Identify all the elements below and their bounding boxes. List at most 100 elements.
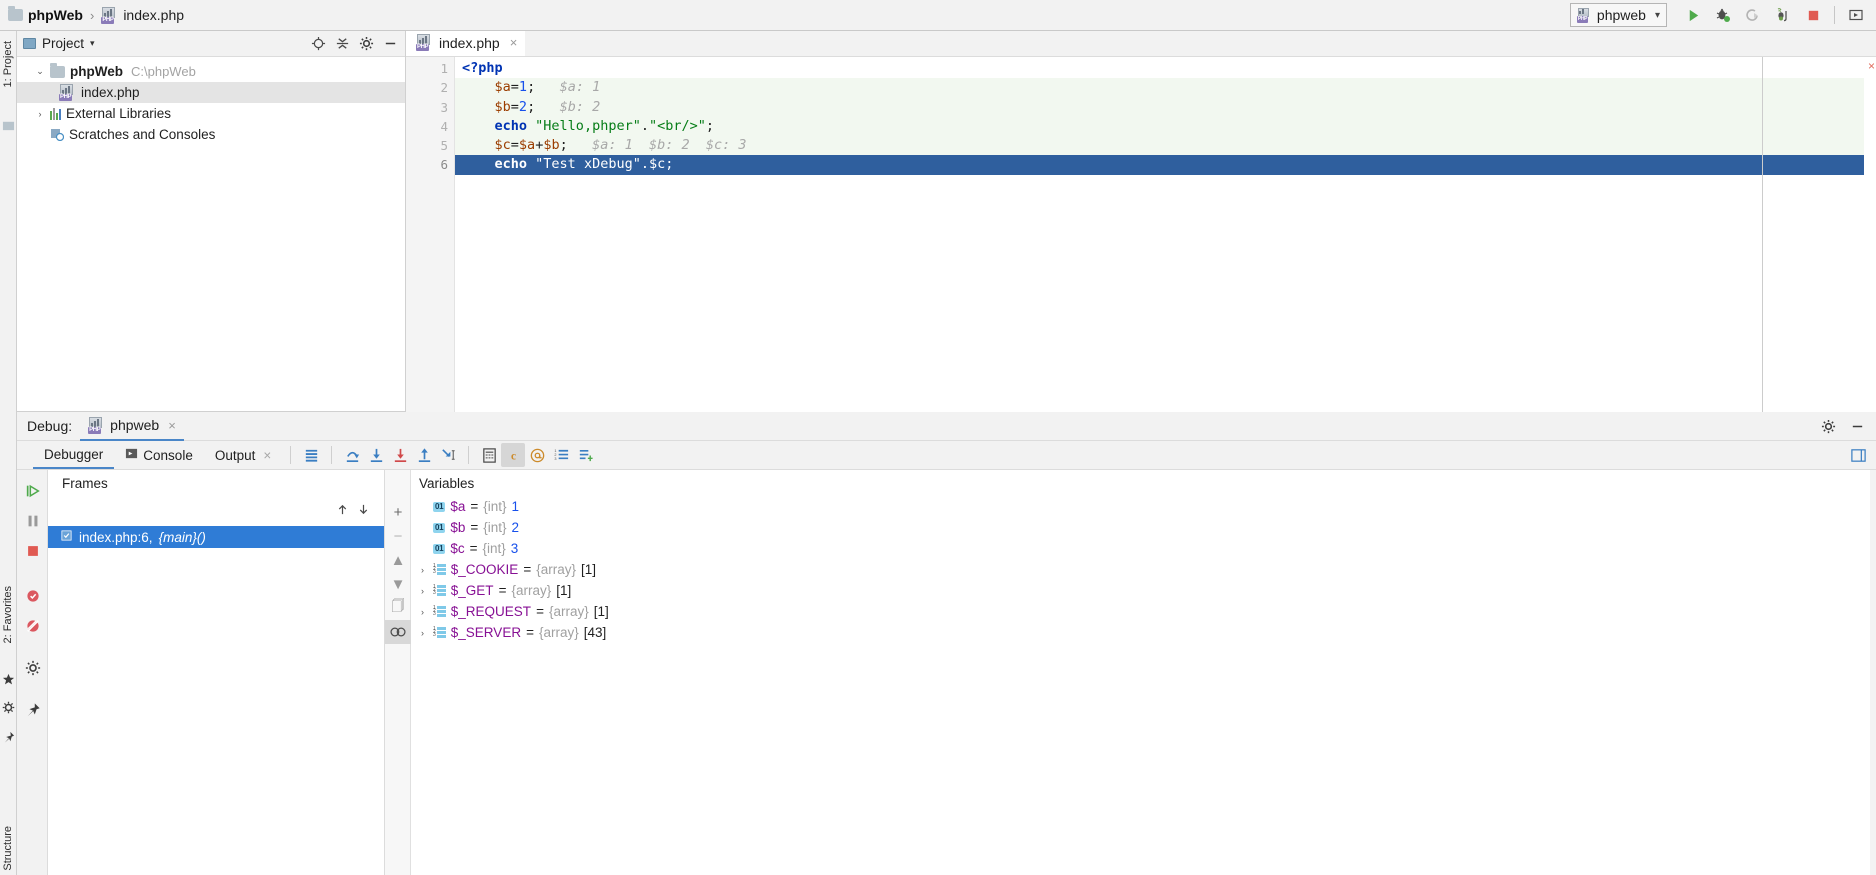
favorites-star-icon[interactable] (2, 673, 15, 686)
project-icon[interactable] (2, 119, 15, 132)
breadcrumb: phpWeb › PHP index.php (0, 6, 184, 24)
debug-button[interactable] (1709, 2, 1737, 28)
evaluate-expression-button[interactable] (477, 443, 501, 467)
tree-node-external-libraries[interactable]: › External Libraries (17, 103, 405, 124)
breadcrumb-project[interactable]: phpWeb (28, 7, 83, 23)
pin-icon[interactable] (2, 731, 15, 744)
tree-node-index-php[interactable]: PHP index.php (17, 82, 405, 103)
breadcrumb-file[interactable]: index.php (123, 7, 184, 23)
code-token: <?php (462, 60, 503, 76)
stop-session-button[interactable] (17, 536, 48, 566)
tab-console[interactable]: Console (114, 441, 204, 469)
variable-type: {int} (483, 520, 507, 535)
layout-restore-button[interactable] (1846, 443, 1870, 467)
code-token: $c (494, 137, 511, 154)
code-token: ; (665, 156, 674, 173)
chevron-right-icon[interactable]: › (35, 109, 45, 119)
error-stripe[interactable]: × (1864, 57, 1876, 412)
variable-row[interactable]: › 123 $_GET = {array} [1] (411, 580, 1876, 601)
add-watch-button[interactable]: + (385, 500, 411, 524)
php-file-icon: PHP (416, 34, 433, 51)
mute-breakpoints-toggle[interactable] (17, 611, 48, 641)
settings-gear-icon[interactable] (358, 35, 375, 52)
pin-icon[interactable] (17, 695, 48, 725)
step-out-button[interactable] (412, 443, 436, 467)
close-icon[interactable]: × (168, 418, 176, 433)
variable-row[interactable]: 01 $a = {int} 1 (411, 496, 1876, 517)
project-panel-title[interactable]: Project (42, 36, 84, 51)
expand-arrow[interactable]: › (417, 565, 428, 575)
variable-row[interactable]: › 123 $_REQUEST = {array} [1] (411, 601, 1876, 622)
watch-toggle-button[interactable] (385, 620, 411, 644)
run-configuration-selector[interactable]: PHP phpweb ▾ (1569, 3, 1667, 27)
tab-debugger[interactable]: Debugger (33, 441, 115, 469)
force-step-into-button[interactable] (388, 443, 412, 467)
editor-gutter[interactable]: 1 2 3 4 5 6 (406, 57, 468, 412)
variable-row[interactable]: 01 $c = {int} 3 (411, 538, 1876, 559)
code-line: echo "Hello,phper"."<br/>"; (455, 116, 1876, 137)
variable-row[interactable]: › 123 $_COOKIE = {array} [1] (411, 559, 1876, 580)
variable-type: {array} (538, 625, 579, 640)
editor-tab-index-php[interactable]: PHP index.php × (406, 31, 526, 56)
chevron-down-icon[interactable]: ▾ (90, 38, 95, 49)
code-content[interactable]: <?php $a=1; $a: 1 $b=2; $b: 2 echo "Hell… (455, 57, 1876, 412)
frames-scrollbar[interactable] (1870, 470, 1876, 875)
arrow-up-icon[interactable] (336, 503, 349, 519)
rail-project-label[interactable]: 1: Project (2, 41, 14, 87)
layout-settings-button[interactable] (573, 443, 597, 467)
tree-node-phpweb[interactable]: ⌄ phpWeb C:\phpWeb (17, 61, 405, 82)
close-icon[interactable]: × (510, 35, 518, 50)
resume-program-button[interactable] (17, 476, 48, 506)
run-button[interactable] (1679, 2, 1707, 28)
expand-arrow[interactable]: › (417, 628, 428, 638)
line-number: 3 (440, 99, 448, 115)
editor-tabstrip: PHP index.php × (406, 31, 1876, 57)
chevron-down-icon[interactable]: ⌄ (35, 66, 45, 77)
tree-node-scratches[interactable]: Scratches and Consoles (17, 124, 405, 145)
svg-text:c: c (511, 450, 516, 462)
stop-button[interactable] (1799, 2, 1827, 28)
php-file-icon: PHP (101, 6, 118, 24)
close-icon[interactable]: × (263, 448, 271, 463)
show-execution-point-button[interactable] (299, 443, 323, 467)
frame-row-selected[interactable]: index.php:6, {main}() (48, 526, 384, 548)
arrow-down-icon[interactable] (357, 503, 370, 519)
scratches-icon (50, 128, 65, 142)
debug-session-tab[interactable]: PHP phpweb × (80, 412, 184, 441)
move-up-button[interactable]: ▲ (385, 548, 411, 572)
mute-breakpoints-button[interactable]: c (501, 443, 526, 467)
step-into-button[interactable] (364, 443, 388, 467)
rail-favorites-label[interactable]: 2: Favorites (2, 586, 14, 643)
code-token: $b (494, 98, 511, 115)
view-breakpoints-button[interactable] (17, 581, 48, 611)
terminal-button[interactable] (1842, 2, 1870, 28)
attach-debugger-button[interactable] (1739, 2, 1767, 28)
variable-row[interactable]: 01 $b = {int} 2 (411, 517, 1876, 538)
code-editor[interactable]: 1 2 3 4 5 6 <?php $a=1; $a: 1 $b=2; $b: … (406, 57, 1876, 412)
expand-arrow[interactable]: › (417, 586, 428, 596)
collapse-all-icon[interactable] (334, 35, 351, 52)
hide-panel-icon[interactable] (382, 35, 399, 52)
error-marker-icon[interactable]: × (1868, 59, 1875, 73)
tab-output[interactable]: Output × (204, 441, 282, 469)
stop-listen-button[interactable] (1769, 2, 1797, 28)
line-number: 2 (440, 80, 448, 96)
rail-structure-label[interactable]: Structure (2, 826, 14, 871)
move-down-button[interactable]: ▼ (385, 572, 411, 596)
at-watch-button[interactable] (525, 443, 549, 467)
copy-value-button[interactable]: 🗍 (385, 596, 411, 620)
remove-watch-button[interactable]: − (385, 524, 411, 548)
frames-thread-controls (48, 496, 384, 526)
expand-arrow[interactable]: › (417, 607, 428, 617)
settings-gear-icon[interactable] (1820, 418, 1837, 435)
hide-panel-icon[interactable] (1849, 418, 1866, 435)
step-over-button[interactable] (340, 443, 364, 467)
variable-row[interactable]: › 123 $_SERVER = {array} [43] (411, 622, 1876, 643)
run-to-cursor-button[interactable] (436, 443, 460, 467)
settings-gear-icon[interactable] (17, 653, 48, 683)
pause-program-button[interactable] (17, 506, 48, 536)
settings-gear-icon[interactable] (2, 701, 15, 714)
locate-target-icon[interactable] (310, 35, 327, 52)
variables-list-button[interactable]: 123 (549, 443, 573, 467)
